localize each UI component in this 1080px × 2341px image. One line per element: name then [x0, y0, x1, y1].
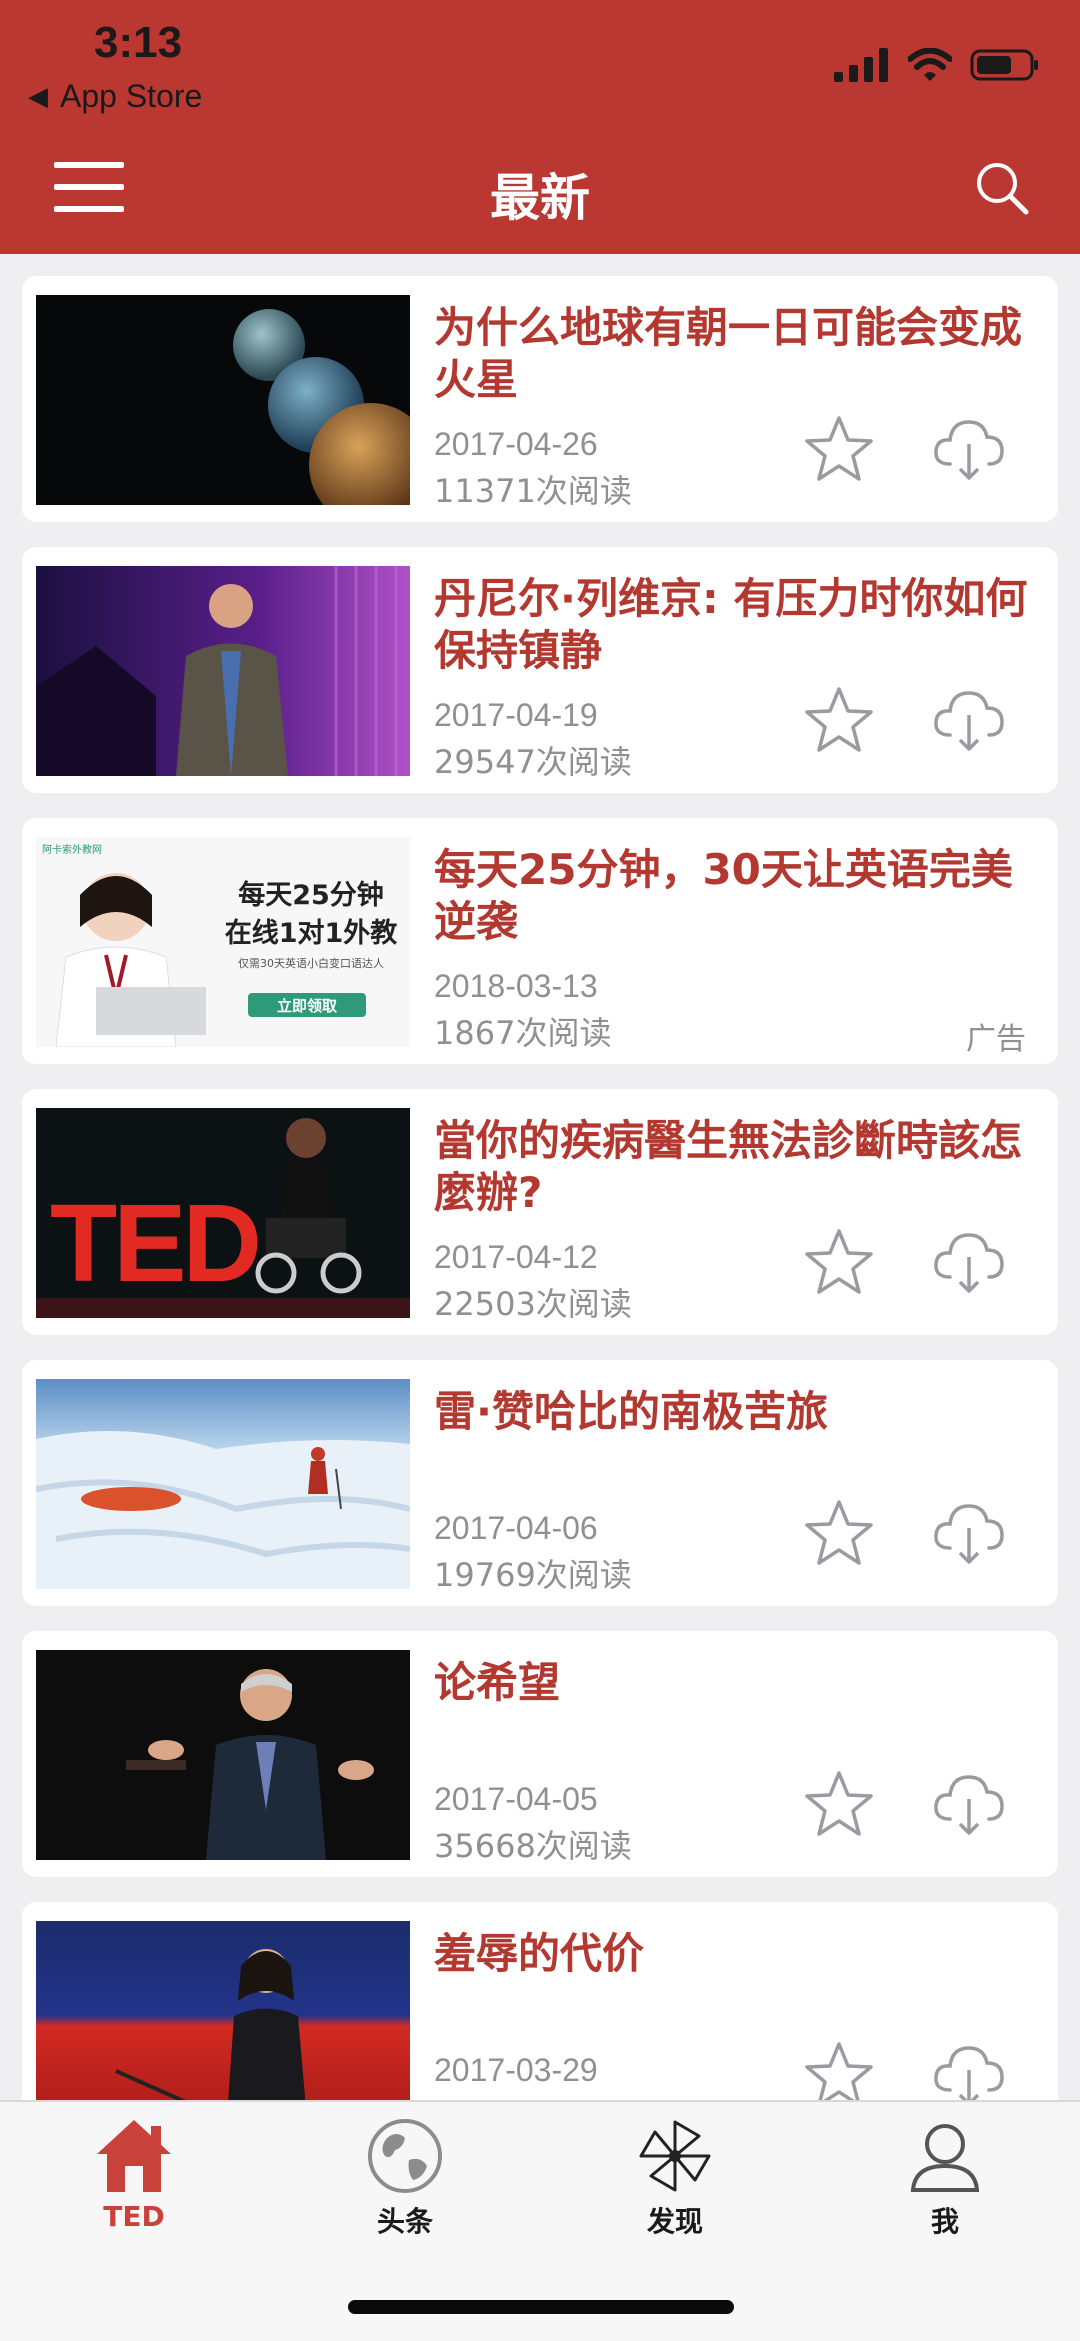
article-read-count: 11371次阅读 [434, 472, 632, 510]
article-thumbnail [36, 1379, 410, 1589]
ad-banner: 阿卡索外教网 每天25分钟 在线1对1外教 仅需30天英语小白变口语达人 立即领… [36, 837, 410, 1047]
article-card[interactable]: 丹尼尔·列维京: 有压力时你如何保持镇静 2017-04-19 29547次阅读 [22, 547, 1058, 793]
tab-ted[interactable]: TED [34, 2116, 234, 2233]
tab-label: TED [103, 2200, 165, 2233]
signal-icon [834, 48, 888, 82]
tab-label: 头条 [376, 2205, 433, 2238]
article-card[interactable]: 论希望 2017-04-05 35668次阅读 [22, 1631, 1058, 1877]
star-icon[interactable] [804, 1769, 874, 1839]
star-icon[interactable] [804, 1498, 874, 1568]
article-thumbnail [36, 295, 410, 505]
tab-label: 发现 [646, 2205, 703, 2238]
star-icon[interactable] [804, 685, 874, 755]
article-read-count: 1867次阅读 [434, 1014, 612, 1052]
star-icon[interactable] [804, 2040, 874, 2100]
article-title: 每天25分钟，30天让英语完美逆袭 [434, 845, 1013, 946]
article-title: 论希望 [434, 1658, 561, 1707]
article-date: 2017-03-29 [434, 2052, 598, 2088]
ad-brand: 阿卡索外教网 [42, 845, 102, 856]
tab-label: 我 [930, 2205, 959, 2238]
article-date: 2017-04-26 [434, 426, 598, 462]
ad-card[interactable]: 阿卡索外教网 每天25分钟 在线1对1外教 仅需30天英语小白变口语达人 立即领… [22, 818, 1058, 1064]
article-date: 2017-04-05 [434, 1781, 598, 1817]
article-title: 雷·赞哈比的南极苦旅 [434, 1387, 828, 1436]
article-date: 2018-03-13 [434, 968, 598, 1004]
article-title: 當你的疾病醫生無法診斷時該怎麼辦? [434, 1116, 1023, 1217]
battery-icon [970, 49, 1038, 81]
back-triangle-icon: ◀ [28, 81, 48, 111]
article-list[interactable]: 为什么地球有朝一日可能会变成火星 2017-04-26 11371次阅读 丹尼尔… [22, 276, 1058, 2100]
page-title: 最新 [490, 169, 590, 227]
pinwheel-icon [639, 2120, 711, 2192]
article-read-count: 22503次阅读 [434, 1285, 632, 1323]
article-card[interactable]: 为什么地球有朝一日可能会变成火星 2017-04-26 11371次阅读 [22, 276, 1058, 522]
article-card[interactable]: 雷·赞哈比的南极苦旅 2017-04-06 19769次阅读 [22, 1360, 1058, 1606]
ad-banner-line2: 在线1对1外教 [224, 918, 398, 949]
star-icon[interactable] [804, 1227, 874, 1297]
back-to-app-link[interactable]: ◀ App Store [28, 78, 202, 115]
article-date: 2017-04-12 [434, 1239, 598, 1275]
article-read-count: 29547次阅读 [434, 743, 632, 781]
tab-discover[interactable]: 发现 [575, 2116, 775, 2240]
article-thumbnail [36, 1921, 410, 2100]
status-icons [834, 48, 1040, 82]
ad-label: 广告 [966, 1022, 1026, 1057]
article-read-count: 19769次阅读 [434, 1556, 632, 1594]
article-card[interactable]: TED 當你的疾病醫生無法診斷時該怎麼辦? 2017-04-12 22503次阅… [22, 1089, 1058, 1335]
app-header: 3:13 ◀ App Store 最新 [0, 0, 1080, 254]
article-title: 羞辱的代价 [434, 1929, 645, 1978]
cloud-download-icon[interactable] [932, 1498, 1006, 1568]
article-thumbnail [36, 1650, 410, 1860]
cloud-download-icon[interactable] [932, 685, 1006, 755]
cloud-download-icon[interactable] [932, 1227, 1006, 1297]
article-read-count: 35668次阅读 [434, 1827, 632, 1865]
article-thumbnail: TED [36, 1108, 410, 1318]
article-title: 丹尼尔·列维京: 有压力时你如何保持镇静 [434, 574, 1028, 675]
tab-me[interactable]: 我 [845, 2116, 1045, 2240]
home-indicator[interactable] [348, 2300, 734, 2314]
back-app-label: App Store [60, 78, 203, 114]
tab-headlines[interactable]: 头条 [305, 2116, 505, 2240]
article-thumbnail [36, 566, 410, 776]
search-icon[interactable] [974, 160, 1030, 216]
globe-icon [368, 2119, 442, 2193]
cloud-download-icon[interactable] [932, 414, 1006, 484]
ad-banner-subtext: 仅需30天英语小白变口语达人 [238, 957, 384, 970]
house-icon [97, 2120, 171, 2192]
status-time: 3:13 [94, 18, 183, 67]
article-date: 2017-04-19 [434, 697, 598, 733]
cloud-download-icon[interactable] [932, 2040, 1006, 2100]
ad-banner-cta: 立即领取 [276, 997, 337, 1015]
wifi-icon [908, 48, 952, 81]
ad-banner-line1: 每天25分钟 [238, 880, 384, 911]
article-date: 2017-04-06 [434, 1510, 598, 1546]
star-icon[interactable] [804, 414, 874, 484]
cloud-download-icon[interactable] [932, 1769, 1006, 1839]
article-card[interactable]: 羞辱的代价 2017-03-29 [22, 1902, 1058, 2100]
user-icon [910, 2124, 980, 2192]
article-title: 为什么地球有朝一日可能会变成火星 [434, 303, 1023, 404]
